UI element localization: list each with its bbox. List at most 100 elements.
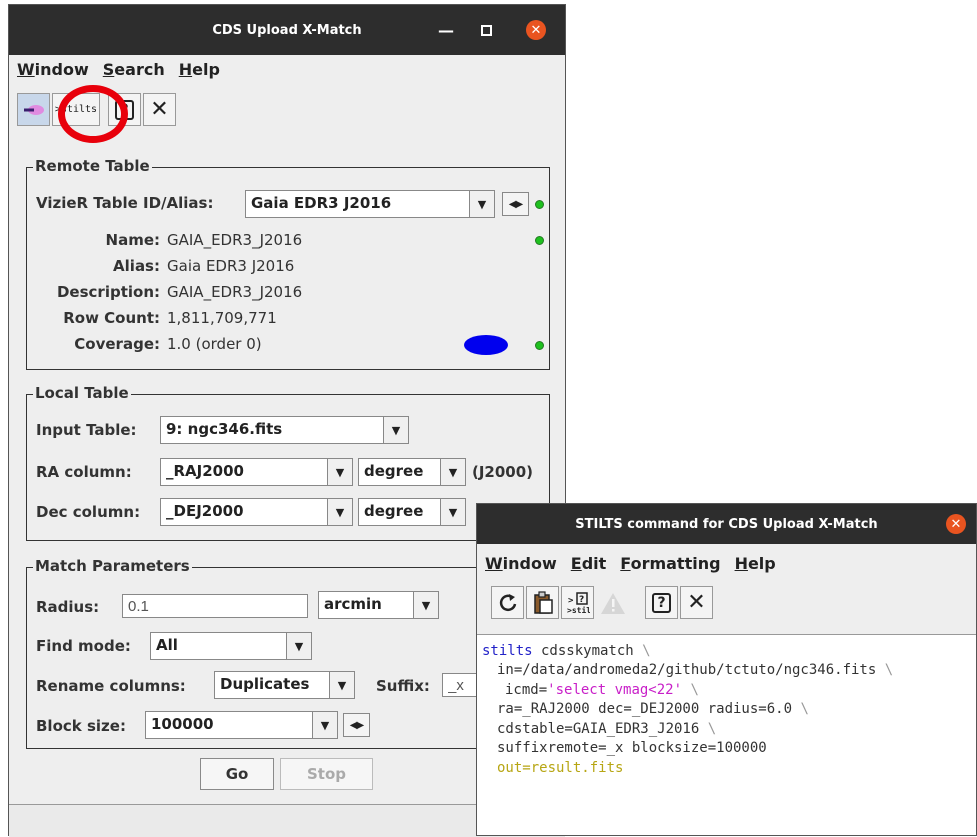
close-icon: ✕ — [526, 20, 546, 40]
block-size-combo[interactable]: 100000 ▼ — [145, 711, 338, 739]
suffix-label: Suffix: — [376, 677, 430, 695]
dec-unit-combo[interactable]: degree ▼ — [358, 498, 466, 526]
radius-unit-combo[interactable]: arcmin ▼ — [318, 591, 439, 619]
alias-value: Gaia EDR3 J2016 — [167, 257, 295, 275]
title-bar: CDS Upload X-Match — ✕ — [9, 5, 565, 55]
local-table-title: Local Table — [33, 384, 131, 402]
ra-unit-value: degree — [364, 462, 424, 480]
code-line-3: icmd='select vmag<22' \ — [505, 681, 699, 701]
ra-column-value: _RAJ2000 — [166, 462, 244, 480]
input-table-combo[interactable]: 9: ngc346.fits ▼ — [160, 416, 409, 444]
chevron-down-icon: ▼ — [327, 499, 352, 525]
close-x-icon: ✕ — [150, 97, 169, 122]
block-size-spinner[interactable]: ◀▶ — [343, 713, 370, 737]
highlight-circle — [58, 85, 128, 143]
remote-table-title: Remote Table — [33, 157, 152, 175]
code-line-4: ra=_RAJ2000 dec=_DEJ2000 radius=6.0 \ — [497, 700, 809, 720]
chevron-down-icon: ▼ — [413, 592, 438, 618]
code-line-5: cdstable=GAIA_EDR3_J2016 \ — [497, 720, 716, 740]
toolbar: > ? >stilts ? ✕ — [477, 586, 976, 619]
menu-window[interactable]: Window — [485, 554, 557, 573]
menu-search[interactable]: Search — [103, 60, 165, 79]
ra-unit-combo[interactable]: degree ▼ — [358, 458, 466, 486]
alias-label: Alias: — [113, 257, 160, 275]
menu-bar: Window Edit Formatting Help — [477, 554, 976, 573]
line-continuation: \ — [884, 662, 894, 678]
coverage-label: Coverage: — [74, 335, 160, 353]
rename-columns-combo[interactable]: Duplicates ▼ — [214, 671, 355, 699]
match-parameters-panel: Match Parameters Radius: arcmin ▼ Find m… — [26, 557, 550, 749]
stilts-command-window: STILTS command for CDS Upload X-Match ✕ … — [476, 503, 977, 836]
menu-bar: Window Search Help — [9, 60, 565, 79]
name-value: GAIA_EDR3_J2016 — [167, 231, 303, 249]
menu-edit[interactable]: Edit — [571, 554, 607, 573]
close-icon: ✕ — [946, 514, 966, 534]
refresh-button[interactable] — [491, 586, 524, 619]
rename-columns-value: Duplicates — [220, 675, 310, 693]
status-ok-icon — [535, 200, 544, 209]
vizier-spinner[interactable]: ◀▶ — [502, 192, 529, 216]
close-button[interactable]: ✕ — [680, 586, 713, 619]
radius-label: Radius: — [36, 598, 100, 616]
code-icmd-key: icmd= — [505, 682, 548, 698]
go-button[interactable]: Go — [200, 758, 274, 790]
description-value: GAIA_EDR3_J2016 — [167, 283, 303, 301]
status-ok-icon — [535, 341, 544, 350]
code-line-1: stilts cdsskymatch \ — [482, 642, 651, 662]
window-title: CDS Upload X-Match — [212, 22, 362, 38]
svg-text:>stilts: >stilts — [567, 605, 590, 615]
dec-column-value: _DEJ2000 — [166, 502, 244, 520]
svg-text:?: ? — [579, 595, 584, 605]
chevron-down-icon: ▼ — [383, 417, 408, 443]
copy-button[interactable] — [526, 586, 559, 619]
input-table-label: Input Table: — [36, 421, 137, 439]
ra-system-label: (J2000) — [472, 463, 534, 481]
help-button[interactable]: ? — [645, 586, 678, 619]
maximize-icon[interactable] — [471, 5, 501, 55]
menu-help[interactable]: Help — [735, 554, 776, 573]
stilts-command-text[interactable]: stilts cdsskymatch \ in=/data/andromeda2… — [477, 634, 976, 835]
stop-button[interactable]: Stop — [280, 758, 373, 790]
line-continuation: \ — [682, 682, 699, 698]
code-line-7: out=result.fits — [497, 759, 623, 779]
code-out-param: out=result.fits — [497, 760, 624, 776]
send-icon — [23, 104, 44, 115]
menu-formatting[interactable]: Formatting — [620, 554, 720, 573]
code-icmd-value: 'select vmag<22' — [547, 682, 683, 698]
menu-window[interactable]: Window — [17, 60, 89, 79]
line-continuation: \ — [642, 643, 651, 659]
title-bar: STILTS command for CDS Upload X-Match ✕ — [477, 504, 976, 544]
send-table-button[interactable] — [17, 93, 50, 126]
find-mode-value: All — [156, 636, 178, 654]
menu-help[interactable]: Help — [179, 60, 220, 79]
ra-column-combo[interactable]: _RAJ2000 ▼ — [160, 458, 353, 486]
remote-table-panel: Remote Table VizieR Table ID/Alias: Gaia… — [26, 157, 550, 370]
warning-button[interactable] — [596, 586, 629, 619]
dec-column-combo[interactable]: _DEJ2000 ▼ — [160, 498, 353, 526]
chevron-down-icon: ▼ — [440, 459, 465, 485]
rowcount-label: Row Count: — [63, 309, 160, 327]
rowcount-value: 1,811,709,771 — [167, 309, 277, 327]
dec-column-label: Dec column: — [36, 503, 141, 521]
stilts-help-button[interactable]: > ? >stilts — [561, 586, 594, 619]
task-name: cdsskymatch — [532, 643, 643, 659]
radius-input[interactable] — [122, 594, 308, 618]
chevron-down-icon: ▼ — [312, 712, 337, 738]
find-mode-combo[interactable]: All ▼ — [150, 632, 312, 660]
vizier-table-combo[interactable]: Gaia EDR3 J2016 ▼ — [245, 190, 495, 218]
coverage-value: 1.0 (order 0) — [167, 335, 262, 353]
help-icon: ? — [652, 592, 671, 613]
code-ra-dec-params: ra=_RAJ2000 dec=_DEJ2000 radius=6.0 — [497, 701, 801, 717]
coverage-map-icon — [464, 335, 508, 355]
close-window-button[interactable]: ✕ — [521, 5, 551, 55]
chevron-down-icon: ▼ — [440, 499, 465, 525]
close-button[interactable]: ✕ — [143, 93, 176, 126]
minimize-icon[interactable]: — — [431, 5, 461, 55]
warning-icon — [600, 592, 625, 614]
find-mode-label: Find mode: — [36, 637, 131, 655]
status-ok-icon — [535, 236, 544, 245]
stilts-keyword: stilts — [482, 643, 533, 659]
close-window-button[interactable]: ✕ — [942, 504, 970, 544]
clipboard-icon — [533, 590, 553, 614]
name-label: Name: — [105, 231, 160, 249]
